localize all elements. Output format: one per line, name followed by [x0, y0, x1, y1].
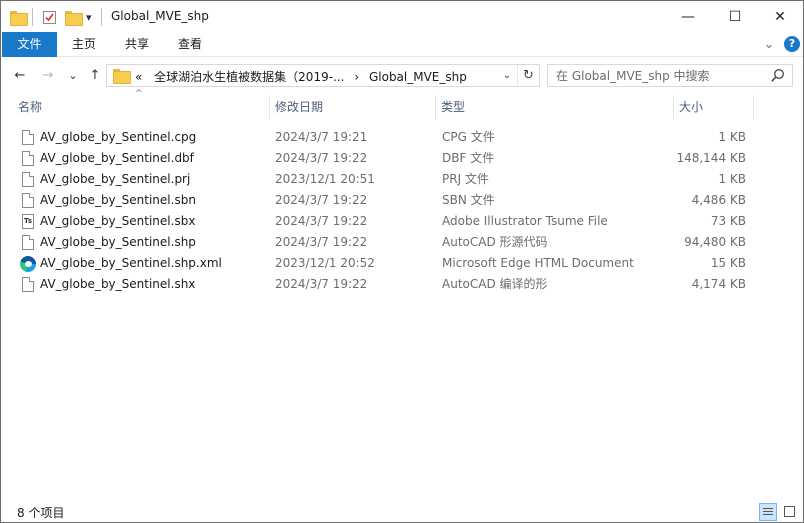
- file-date: 2024/3/7 19:22: [275, 193, 368, 207]
- address-folder-icon: [113, 69, 131, 84]
- file-type: AutoCAD 形源代码: [442, 235, 548, 249]
- file-date: 2023/12/1 20:51: [275, 172, 375, 186]
- file-type: SBN 文件: [442, 193, 495, 207]
- file-name: AV_globe_by_Sentinel.cpg: [40, 130, 197, 144]
- file-icon: [22, 130, 34, 145]
- file-type: PRJ 文件: [442, 172, 489, 186]
- quick-access-folder-icon[interactable]: [10, 7, 28, 27]
- file-size: 15 KB: [710, 256, 746, 270]
- file-row[interactable]: AV_globe_by_Sentinel.shp.xml 2023/12/1 2…: [1, 253, 761, 274]
- illustrator-file-icon: Ts: [22, 214, 34, 229]
- tab-view[interactable]: 查看: [167, 32, 213, 57]
- forward-button[interactable]: →: [39, 66, 57, 84]
- file-date: 2024/3/7 19:22: [275, 277, 368, 291]
- file-row[interactable]: AV_globe_by_Sentinel.cpg 2024/3/7 19:21 …: [1, 127, 761, 148]
- column-header-type[interactable]: 类型: [436, 93, 673, 121]
- file-type: Adobe Illustrator Tsume File: [442, 214, 608, 228]
- file-type: CPG 文件: [442, 130, 495, 144]
- file-type: AutoCAD 编译的形: [442, 277, 548, 291]
- column-header-row: ^ 名称 修改日期 类型 大小: [1, 89, 803, 121]
- search-icon[interactable]: [770, 68, 785, 83]
- file-type: DBF 文件: [442, 151, 495, 165]
- quick-access-dropdown[interactable]: ▾: [86, 7, 92, 27]
- item-count: 8 个项目: [17, 506, 65, 520]
- tab-share[interactable]: 共享: [114, 32, 160, 57]
- file-row[interactable]: AV_globe_by_Sentinel.dbf 2024/3/7 19:22 …: [1, 148, 761, 169]
- column-header-date[interactable]: 修改日期: [270, 93, 435, 121]
- back-button[interactable]: ←: [11, 66, 29, 84]
- file-size: 94,480 KB: [684, 235, 746, 249]
- new-folder-icon: [65, 10, 83, 26]
- up-button[interactable]: ↑: [86, 66, 104, 84]
- close-button[interactable]: ✕: [757, 1, 803, 32]
- status-bar: 8 个项目: [1, 501, 803, 523]
- help-button[interactable]: ?: [784, 36, 800, 52]
- file-name: AV_globe_by_Sentinel.sbx: [40, 214, 196, 228]
- properties-check-icon: [43, 10, 56, 24]
- file-icon: [22, 277, 34, 292]
- file-icon: [22, 151, 34, 166]
- file-size: 1 KB: [718, 130, 746, 144]
- title-separator: [32, 8, 33, 26]
- details-view-icon: [763, 508, 773, 517]
- explorer-window: ▾ Global_MVE_shp — ☐ ✕ 文件 主页 共享 查看 ⌄ ? ←…: [0, 0, 804, 523]
- navigation-bar: ← → ⌄ ↑ « 全球湖泊水生植被数据集（2019-... › Global_…: [1, 58, 803, 93]
- file-size: 1 KB: [718, 172, 746, 186]
- minimize-button[interactable]: —: [665, 1, 711, 32]
- file-row[interactable]: AV_globe_by_Sentinel.shp 2024/3/7 19:22 …: [1, 232, 761, 253]
- file-date: 2024/3/7 19:22: [275, 151, 368, 165]
- recent-locations-button[interactable]: ⌄: [64, 66, 82, 84]
- file-list: AV_globe_by_Sentinel.cpg 2024/3/7 19:21 …: [1, 127, 803, 295]
- file-icon: [22, 235, 34, 250]
- file-size: 148,144 KB: [676, 151, 746, 165]
- file-name: AV_globe_by_Sentinel.shp: [40, 235, 196, 249]
- file-name: AV_globe_by_Sentinel.prj: [40, 172, 191, 186]
- file-row[interactable]: Ts AV_globe_by_Sentinel.sbx 2024/3/7 19:…: [1, 211, 761, 232]
- tab-file[interactable]: 文件: [2, 32, 57, 57]
- file-name: AV_globe_by_Sentinel.sbn: [40, 193, 196, 207]
- file-icon: [22, 172, 34, 187]
- file-date: 2024/3/7 19:21: [275, 130, 368, 144]
- breadcrumb-overflow[interactable]: «: [135, 70, 142, 84]
- file-name: AV_globe_by_Sentinel.shx: [40, 277, 196, 291]
- column-header-name[interactable]: 名称: [13, 93, 269, 121]
- file-date: 2024/3/7 19:22: [275, 235, 368, 249]
- edge-icon: [20, 256, 36, 272]
- file-row[interactable]: AV_globe_by_Sentinel.prj 2023/12/1 20:51…: [1, 169, 761, 190]
- breadcrumb-parent[interactable]: 全球湖泊水生植被数据集（2019-...: [154, 70, 344, 84]
- details-view-button[interactable]: [759, 503, 777, 521]
- window-title: Global_MVE_shp: [111, 9, 209, 23]
- ribbon-tabs: 文件 主页 共享 查看 ⌄ ?: [1, 32, 803, 57]
- tab-home[interactable]: 主页: [61, 32, 107, 57]
- maximize-button[interactable]: ☐: [712, 1, 758, 32]
- ribbon-collapse-button[interactable]: ⌄: [759, 32, 779, 57]
- folder-icon: [10, 10, 28, 26]
- file-row[interactable]: AV_globe_by_Sentinel.shx 2024/3/7 19:22 …: [1, 274, 761, 295]
- breadcrumb-current[interactable]: Global_MVE_shp: [369, 70, 467, 84]
- file-size: 4,486 KB: [691, 193, 746, 207]
- search-box: [547, 64, 793, 87]
- title-bar: ▾ Global_MVE_shp — ☐ ✕: [1, 1, 803, 32]
- refresh-button[interactable]: ↻: [517, 65, 539, 86]
- address-dropdown-button[interactable]: ⌄: [497, 65, 517, 86]
- breadcrumb: « 全球湖泊水生植被数据集（2019-... › Global_MVE_shp: [135, 68, 467, 85]
- large-icons-view-icon: [784, 506, 795, 517]
- file-icon: [22, 193, 34, 208]
- file-size: 73 KB: [710, 214, 746, 228]
- breadcrumb-separator[interactable]: ›: [354, 70, 359, 84]
- quick-access-properties-button[interactable]: [42, 7, 57, 27]
- quick-access-new-folder-button[interactable]: [65, 7, 83, 27]
- title-separator-2: [101, 8, 102, 26]
- column-divider[interactable]: [753, 95, 754, 119]
- file-date: 2023/12/1 20:52: [275, 256, 375, 270]
- file-name: AV_globe_by_Sentinel.dbf: [40, 151, 194, 165]
- address-bar[interactable]: « 全球湖泊水生植被数据集（2019-... › Global_MVE_shp …: [106, 64, 540, 87]
- file-size: 4,174 KB: [691, 277, 746, 291]
- search-input[interactable]: [556, 67, 766, 85]
- large-icons-view-button[interactable]: [781, 503, 799, 521]
- file-row[interactable]: AV_globe_by_Sentinel.sbn 2024/3/7 19:22 …: [1, 190, 761, 211]
- column-header-size[interactable]: 大小: [674, 93, 753, 121]
- file-date: 2024/3/7 19:22: [275, 214, 368, 228]
- file-name: AV_globe_by_Sentinel.shp.xml: [40, 256, 222, 270]
